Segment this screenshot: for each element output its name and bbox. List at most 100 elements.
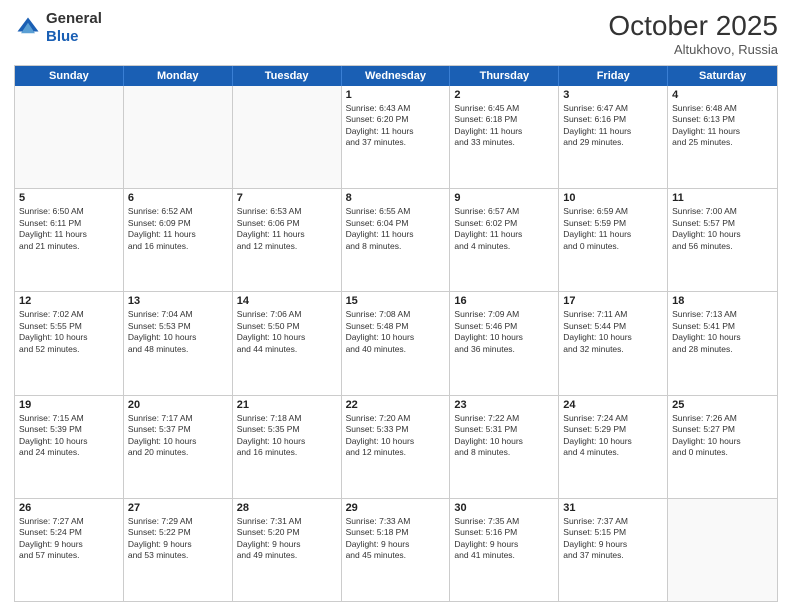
day-number: 23 xyxy=(454,399,554,411)
calendar-cell xyxy=(668,499,777,601)
calendar-cell: 21 Sunrise: 7:18 AM Sunset: 5:35 PM Dayli… xyxy=(233,396,342,498)
calendar-cell: 5 Sunrise: 6:50 AM Sunset: 6:11 PM Daylig… xyxy=(15,189,124,291)
calendar-cell: 20Sunrise: 7:17 AM Sunset: 5:37 PM Dayli… xyxy=(124,396,233,498)
logo: General Blue xyxy=(14,10,102,46)
logo-text: General Blue xyxy=(46,10,102,46)
calendar-row-1: 1 Sunrise: 6:43 AM Sunset: 6:20 PM Daylig… xyxy=(15,86,777,189)
calendar-cell: 6Sunrise: 6:52 AM Sunset: 6:09 PM Daylig… xyxy=(124,189,233,291)
header-day-tuesday: Tuesday xyxy=(233,66,342,86)
day-number: 16 xyxy=(454,295,554,307)
cell-text: Sunrise: 7:37 AM Sunset: 5:15 PM Dayligh… xyxy=(563,516,663,562)
calendar-cell: 15 Sunrise: 7:08 AM Sunset: 5:48 PM Dayli… xyxy=(342,292,451,394)
day-number: 31 xyxy=(563,502,663,514)
cell-text: Sunrise: 7:02 AM Sunset: 5:55 PM Dayligh… xyxy=(19,309,119,355)
day-number: 24 xyxy=(563,399,663,411)
day-number: 29 xyxy=(346,502,446,514)
calendar-cell: 2 Sunrise: 6:45 AM Sunset: 6:18 PM Daylig… xyxy=(450,86,559,188)
day-number: 26 xyxy=(19,502,119,514)
calendar-cell: 31 Sunrise: 7:37 AM Sunset: 5:15 PM Dayli… xyxy=(559,499,668,601)
logo-general: General xyxy=(46,10,102,27)
calendar-cell: 14Sunrise: 7:06 AM Sunset: 5:50 PM Dayli… xyxy=(233,292,342,394)
calendar-cell: 13Sunrise: 7:04 AM Sunset: 5:53 PM Dayli… xyxy=(124,292,233,394)
header-day-sunday: Sunday xyxy=(15,66,124,86)
cell-text: Sunrise: 6:57 AM Sunset: 6:02 PM Dayligh… xyxy=(454,206,554,252)
day-number: 9 xyxy=(454,192,554,204)
cell-text: Sunrise: 7:29 AM Sunset: 5:22 PM Dayligh… xyxy=(128,516,228,562)
calendar-header: SundayMondayTuesdayWednesdayThursdayFrid… xyxy=(15,66,777,86)
day-number: 22 xyxy=(346,399,446,411)
day-number: 6 xyxy=(128,192,228,204)
cell-text: Sunrise: 6:50 AM Sunset: 6:11 PM Dayligh… xyxy=(19,206,119,252)
day-number: 27 xyxy=(128,502,228,514)
location: Altukhovo, Russia xyxy=(608,42,778,57)
logo-icon xyxy=(14,14,42,42)
calendar-cell: 23 Sunrise: 7:22 AM Sunset: 5:31 PM Dayli… xyxy=(450,396,559,498)
day-number: 30 xyxy=(454,502,554,514)
calendar-cell xyxy=(233,86,342,188)
calendar-cell: 10 Sunrise: 6:59 AM Sunset: 5:59 PM Dayli… xyxy=(559,189,668,291)
cell-text: Sunrise: 7:20 AM Sunset: 5:33 PM Dayligh… xyxy=(346,413,446,459)
calendar-row-3: 12 Sunrise: 7:02 AM Sunset: 5:55 PM Dayli… xyxy=(15,292,777,395)
cell-text: Sunrise: 7:27 AM Sunset: 5:24 PM Dayligh… xyxy=(19,516,119,562)
day-number: 11 xyxy=(672,192,773,204)
calendar-cell: 27 Sunrise: 7:29 AM Sunset: 5:22 PM Dayli… xyxy=(124,499,233,601)
cell-text: Sunrise: 6:47 AM Sunset: 6:16 PM Dayligh… xyxy=(563,103,663,149)
cell-text: Sunrise: 7:31 AM Sunset: 5:20 PM Dayligh… xyxy=(237,516,337,562)
cell-text: Sunrise: 6:45 AM Sunset: 6:18 PM Dayligh… xyxy=(454,103,554,149)
calendar-cell: 1 Sunrise: 6:43 AM Sunset: 6:20 PM Daylig… xyxy=(342,86,451,188)
calendar-cell: 8 Sunrise: 6:55 AM Sunset: 6:04 PM Daylig… xyxy=(342,189,451,291)
day-number: 15 xyxy=(346,295,446,307)
calendar-cell: 19Sunrise: 7:15 AM Sunset: 5:39 PM Dayli… xyxy=(15,396,124,498)
cell-text: Sunrise: 6:53 AM Sunset: 6:06 PM Dayligh… xyxy=(237,206,337,252)
cell-text: Sunrise: 7:08 AM Sunset: 5:48 PM Dayligh… xyxy=(346,309,446,355)
day-number: 20 xyxy=(128,399,228,411)
header-day-thursday: Thursday xyxy=(450,66,559,86)
day-number: 18 xyxy=(672,295,773,307)
day-number: 7 xyxy=(237,192,337,204)
calendar-cell xyxy=(124,86,233,188)
cell-text: Sunrise: 7:15 AM Sunset: 5:39 PM Dayligh… xyxy=(19,413,119,459)
calendar-cell: 7 Sunrise: 6:53 AM Sunset: 6:06 PM Daylig… xyxy=(233,189,342,291)
page: General Blue October 2025 Altukhovo, Rus… xyxy=(0,0,792,612)
cell-text: Sunrise: 7:11 AM Sunset: 5:44 PM Dayligh… xyxy=(563,309,663,355)
day-number: 21 xyxy=(237,399,337,411)
day-number: 25 xyxy=(672,399,773,411)
day-number: 5 xyxy=(19,192,119,204)
calendar-cell: 30 Sunrise: 7:35 AM Sunset: 5:16 PM Dayli… xyxy=(450,499,559,601)
calendar-row-5: 26 Sunrise: 7:27 AM Sunset: 5:24 PM Dayli… xyxy=(15,499,777,601)
cell-text: Sunrise: 7:09 AM Sunset: 5:46 PM Dayligh… xyxy=(454,309,554,355)
day-number: 12 xyxy=(19,295,119,307)
logo-blue: Blue xyxy=(46,28,79,45)
day-number: 2 xyxy=(454,89,554,101)
calendar-cell: 25 Sunrise: 7:26 AM Sunset: 5:27 PM Dayli… xyxy=(668,396,777,498)
cell-text: Sunrise: 7:26 AM Sunset: 5:27 PM Dayligh… xyxy=(672,413,773,459)
header-day-monday: Monday xyxy=(124,66,233,86)
day-number: 4 xyxy=(672,89,773,101)
cell-text: Sunrise: 6:55 AM Sunset: 6:04 PM Dayligh… xyxy=(346,206,446,252)
calendar-cell: 18 Sunrise: 7:13 AM Sunset: 5:41 PM Dayli… xyxy=(668,292,777,394)
day-number: 17 xyxy=(563,295,663,307)
day-number: 1 xyxy=(346,89,446,101)
calendar-cell: 28Sunrise: 7:31 AM Sunset: 5:20 PM Dayli… xyxy=(233,499,342,601)
header-day-wednesday: Wednesday xyxy=(342,66,451,86)
cell-text: Sunrise: 7:35 AM Sunset: 5:16 PM Dayligh… xyxy=(454,516,554,562)
calendar-cell: 9 Sunrise: 6:57 AM Sunset: 6:02 PM Daylig… xyxy=(450,189,559,291)
day-number: 10 xyxy=(563,192,663,204)
cell-text: Sunrise: 7:00 AM Sunset: 5:57 PM Dayligh… xyxy=(672,206,773,252)
cell-text: Sunrise: 6:59 AM Sunset: 5:59 PM Dayligh… xyxy=(563,206,663,252)
day-number: 8 xyxy=(346,192,446,204)
calendar-cell: 24 Sunrise: 7:24 AM Sunset: 5:29 PM Dayli… xyxy=(559,396,668,498)
cell-text: Sunrise: 7:24 AM Sunset: 5:29 PM Dayligh… xyxy=(563,413,663,459)
month-title: October 2025 xyxy=(608,10,778,42)
calendar-cell: 16 Sunrise: 7:09 AM Sunset: 5:46 PM Dayli… xyxy=(450,292,559,394)
calendar-cell: 4Sunrise: 6:48 AM Sunset: 6:13 PM Daylig… xyxy=(668,86,777,188)
calendar-row-2: 5 Sunrise: 6:50 AM Sunset: 6:11 PM Daylig… xyxy=(15,189,777,292)
cell-text: Sunrise: 7:22 AM Sunset: 5:31 PM Dayligh… xyxy=(454,413,554,459)
calendar-cell: 22 Sunrise: 7:20 AM Sunset: 5:33 PM Dayli… xyxy=(342,396,451,498)
calendar-row-4: 19Sunrise: 7:15 AM Sunset: 5:39 PM Dayli… xyxy=(15,396,777,499)
cell-text: Sunrise: 7:13 AM Sunset: 5:41 PM Dayligh… xyxy=(672,309,773,355)
cell-text: Sunrise: 6:43 AM Sunset: 6:20 PM Dayligh… xyxy=(346,103,446,149)
title-block: October 2025 Altukhovo, Russia xyxy=(608,10,778,57)
day-number: 13 xyxy=(128,295,228,307)
cell-text: Sunrise: 7:18 AM Sunset: 5:35 PM Dayligh… xyxy=(237,413,337,459)
